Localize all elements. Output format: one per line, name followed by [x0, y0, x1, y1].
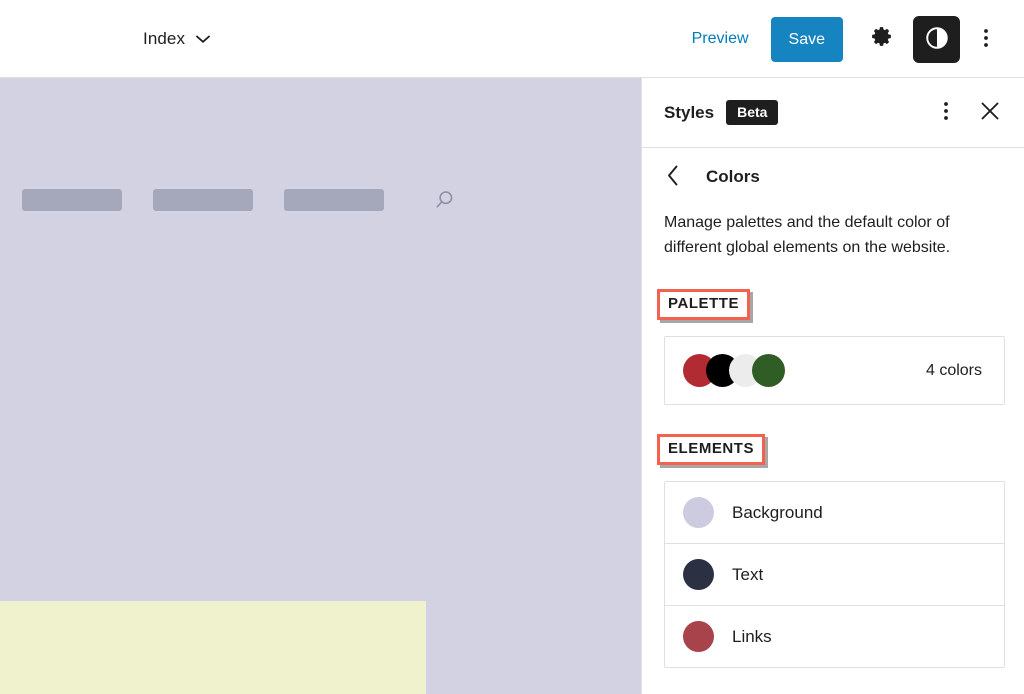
site-editor-window: Index Preview Save Styles Beta Colors Ma… [0, 0, 1024, 694]
settings-button[interactable] [857, 15, 905, 63]
search-icon[interactable] [415, 189, 455, 211]
styles-sidebar: Styles Beta Colors Manage palettes and t… [641, 78, 1024, 694]
close-icon [979, 100, 1001, 125]
content-block-highlight[interactable] [0, 601, 426, 694]
text-color-swatch [683, 559, 714, 590]
preview-button[interactable]: Preview [680, 22, 761, 56]
links-color-swatch [683, 621, 714, 652]
palette-swatch-stack [683, 354, 785, 387]
style-book-button[interactable] [913, 15, 960, 63]
back-button[interactable] [654, 158, 692, 196]
screen-title: Colors [706, 167, 760, 186]
background-color-swatch [683, 497, 714, 528]
palette-color-count: 4 colors [925, 361, 982, 379]
gear-icon [869, 25, 894, 53]
elements-heading: ELEMENTS [668, 440, 755, 457]
palette-section-header: PALETTE [642, 289, 1024, 320]
close-sidebar-button[interactable] [970, 93, 1010, 133]
elements-section-header: ELEMENTS [642, 434, 1024, 465]
elements-annotation-box: ELEMENTS [657, 434, 766, 465]
chevron-left-icon [666, 165, 680, 189]
chevron-down-icon [196, 35, 210, 43]
top-bar-more-button[interactable] [968, 15, 1004, 63]
palette-swatch-green [752, 354, 785, 387]
editor-top-bar: Index Preview Save [0, 0, 1024, 78]
site-preview-canvas[interactable] [0, 78, 641, 694]
nav-placeholder-item[interactable] [153, 189, 253, 211]
element-label: Links [732, 626, 772, 646]
element-row-background[interactable]: Background [665, 482, 1004, 543]
nav-placeholder-item[interactable] [284, 189, 384, 211]
nav-placeholder-item[interactable] [22, 189, 122, 211]
contrast-icon [924, 25, 950, 54]
elements-card: Background Text Links [664, 481, 1005, 668]
navigation-placeholder-group [22, 189, 455, 211]
element-label: Text [732, 564, 764, 584]
screen-description: Manage palettes and the default color of… [664, 214, 951, 256]
palette-row[interactable]: 4 colors [665, 337, 1004, 404]
sidebar-screen-nav: Colors [642, 148, 1024, 206]
kebab-menu-icon [943, 100, 949, 125]
kebab-menu-icon [983, 27, 989, 52]
beta-badge: Beta [726, 100, 779, 125]
palette-annotation-box: PALETTE [657, 289, 751, 320]
element-label: Background [732, 502, 823, 522]
top-bar-actions: Preview Save [680, 0, 1004, 78]
palette-heading: PALETTE [668, 295, 740, 312]
sidebar-header-actions [926, 93, 1010, 133]
styles-more-button[interactable] [926, 93, 966, 133]
sidebar-header: Styles Beta [642, 78, 1024, 148]
element-row-text[interactable]: Text [665, 543, 1004, 605]
save-button[interactable]: Save [770, 16, 843, 62]
document-switcher[interactable]: Index [143, 22, 210, 56]
element-row-links[interactable]: Links [665, 605, 1004, 667]
sidebar-title: Styles [664, 102, 715, 122]
document-title: Index [143, 29, 186, 48]
palette-card: 4 colors [664, 336, 1005, 405]
